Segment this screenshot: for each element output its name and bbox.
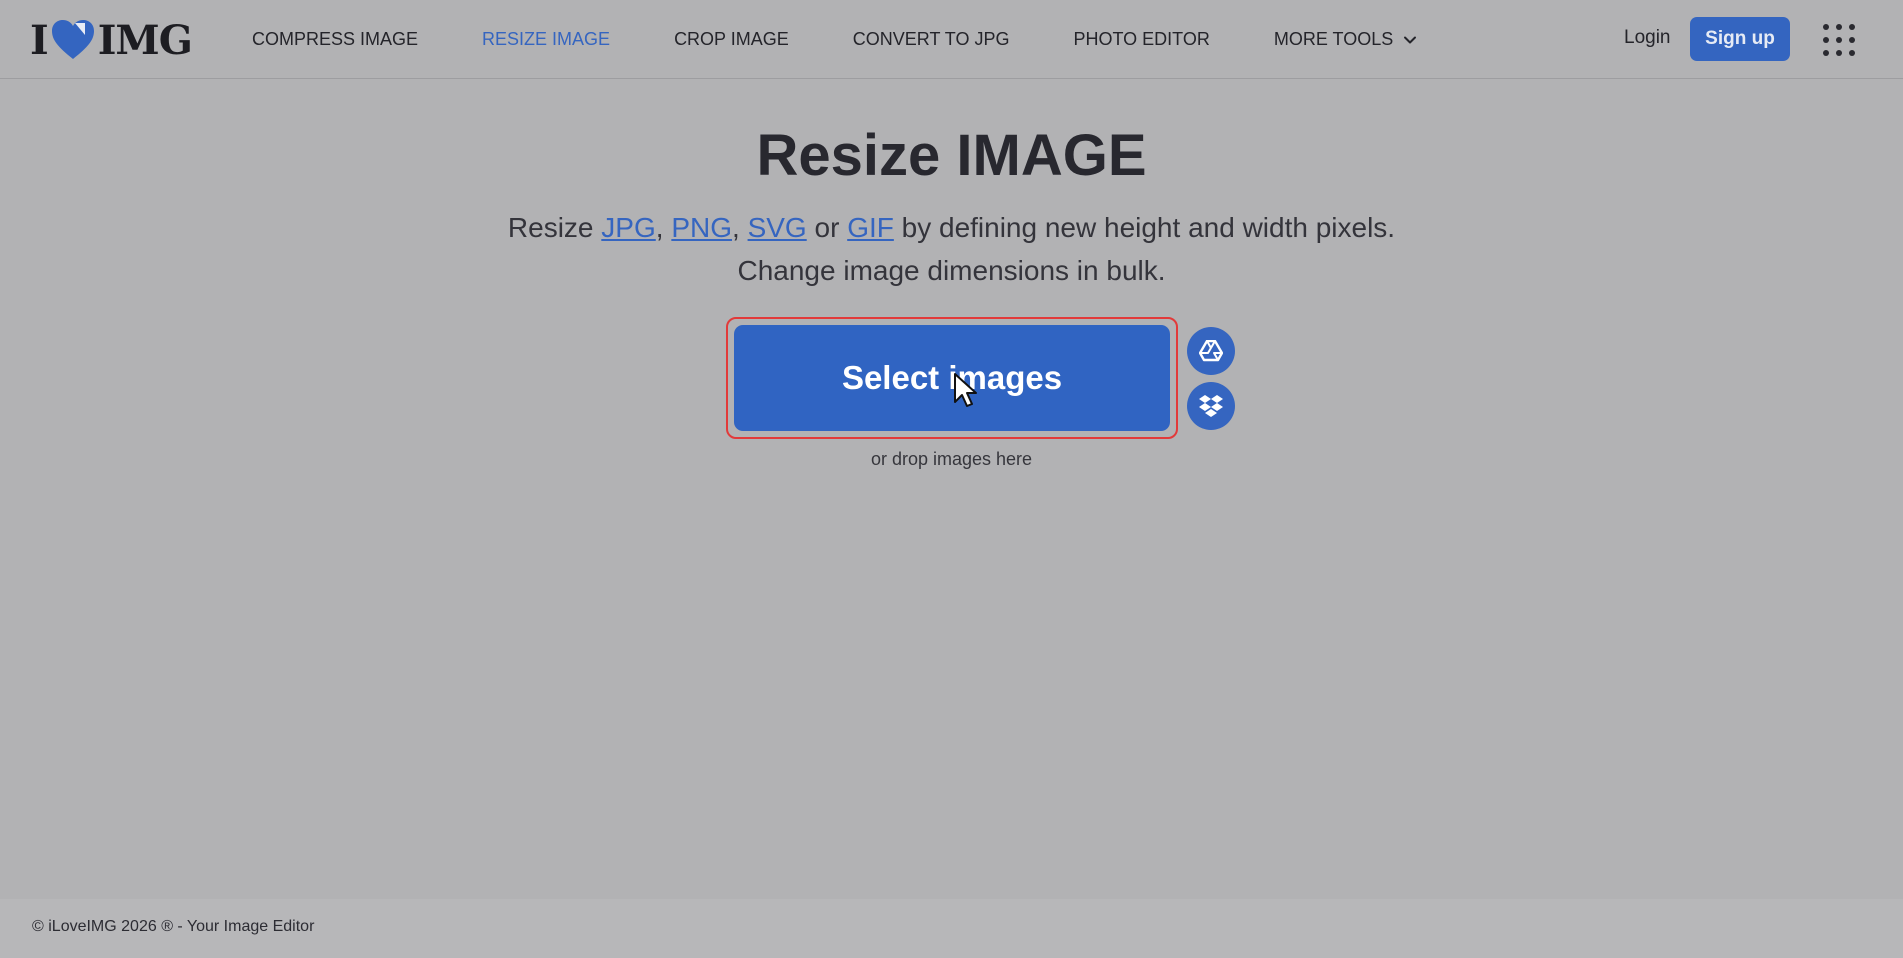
iloveimg-logo[interactable]: I IMG (30, 16, 193, 64)
nav-crop-image[interactable]: CROP IMAGE (674, 29, 789, 50)
page-subtitle: Resize JPG, PNG, SVG or GIF by defining … (0, 206, 1903, 292)
subtitle-text: Resize (507, 212, 594, 243)
format-link-gif[interactable]: GIF (847, 212, 894, 243)
nav-label: MORE TOOLS (1273, 29, 1394, 49)
subtitle-text: or (814, 212, 840, 243)
page-title: Resize IMAGE (756, 123, 1147, 188)
nav-label: PHOTO EDITOR (1073, 29, 1210, 49)
drop-images-hint: or drop images here (870, 449, 1033, 469)
subtitle-line-2: Change image dimensions in bulk. (737, 255, 1166, 286)
dropbox-button[interactable] (1187, 382, 1235, 430)
logo-word-img: IMG (97, 16, 193, 64)
heart-icon (51, 20, 94, 59)
nav-compress-image[interactable]: COMPRESS IMAGE (252, 29, 418, 50)
grid-icon[interactable] (1822, 23, 1856, 57)
nav-label: RESIZE IMAGE (482, 29, 611, 49)
nav-label: CROP IMAGE (674, 29, 789, 49)
select-images-highlight: Select images (726, 317, 1178, 439)
sign-up-button[interactable]: Sign up (1690, 17, 1790, 61)
subtitle-separator: , (655, 212, 664, 243)
select-images-button[interactable]: Select images (734, 325, 1170, 431)
dropbox-icon (1199, 395, 1223, 417)
page-footer: © iLoveIMG 2026 ® - Your Image Editor (0, 899, 1903, 958)
hero-section: Resize IMAGE Resize JPG, PNG, SVG or GIF… (0, 118, 1903, 292)
logo-letter-i: I (30, 16, 49, 64)
nav-resize-image[interactable]: RESIZE IMAGE (482, 29, 610, 50)
format-link-png[interactable]: PNG (671, 212, 732, 243)
nav-photo-editor[interactable]: PHOTO EDITOR (1073, 29, 1209, 50)
format-link-svg[interactable]: SVG (748, 212, 807, 243)
nav-label: COMPRESS IMAGE (252, 29, 419, 49)
format-link-jpg[interactable]: JPG (601, 212, 655, 243)
subtitle-text: by defining new height and width pixels. (901, 212, 1396, 243)
main-nav: COMPRESS IMAGE RESIZE IMAGE CROP IMAGE C… (252, 0, 1481, 79)
nav-label: CONVERT TO JPG (852, 29, 1010, 49)
nav-more-tools[interactable]: MORE TOOLS (1274, 29, 1417, 50)
google-drive-icon (1199, 340, 1223, 362)
top-header: I IMG COMPRESS IMAGE RESIZE IMAGE CROP I… (0, 0, 1903, 79)
chevron-down-icon (1404, 36, 1417, 43)
login-link[interactable]: Login (1624, 27, 1671, 49)
google-drive-button[interactable] (1187, 327, 1235, 375)
nav-convert-to-jpg[interactable]: CONVERT TO JPG (853, 29, 1010, 50)
footer-copyright: © iLoveIMG 2026 ® - Your Image Editor (32, 918, 315, 935)
subtitle-separator: , (732, 212, 740, 243)
